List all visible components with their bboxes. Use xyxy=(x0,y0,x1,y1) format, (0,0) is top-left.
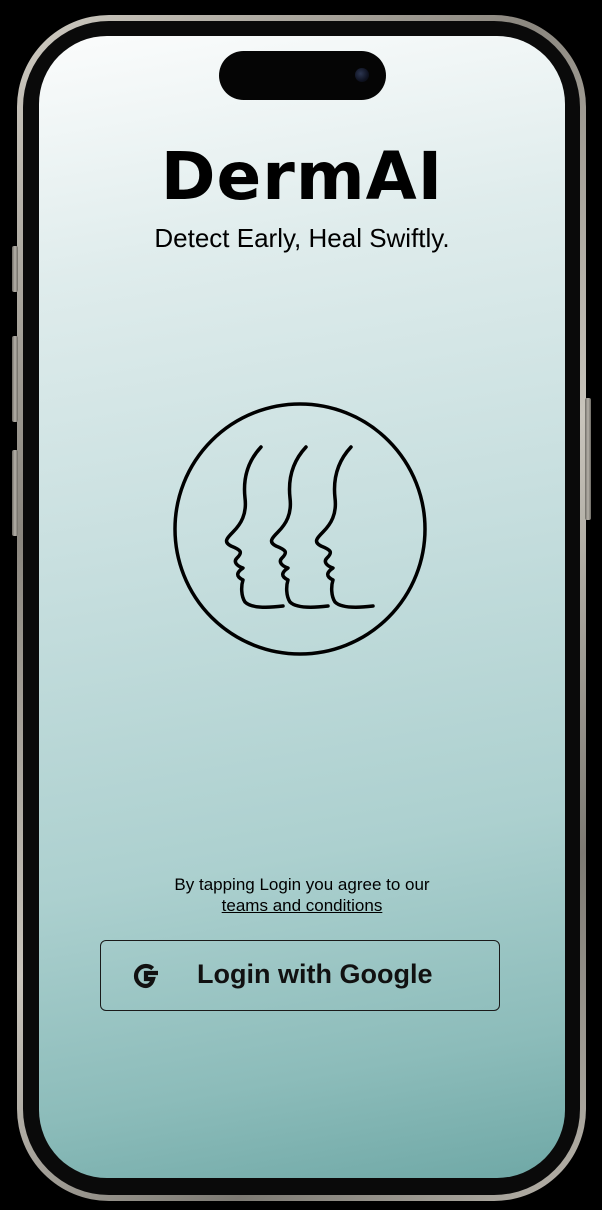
terms-notice: By tapping Login you agree to our xyxy=(174,875,430,894)
camera-icon xyxy=(355,68,369,82)
terms-and-conditions-link[interactable]: teams and conditions xyxy=(222,896,383,915)
login-with-google-button[interactable]: Login with Google xyxy=(100,940,500,1011)
google-g-icon xyxy=(133,963,158,989)
volume-down-button xyxy=(12,450,18,536)
terms-link-row: teams and conditions xyxy=(39,896,565,916)
app-tagline: Detect Early, Heal Swiftly. xyxy=(154,223,450,253)
login-button-label: Login with Google xyxy=(197,959,433,989)
app-screen: DermAI Detect Early, Heal Swiftly. By ta… xyxy=(39,36,565,1178)
volume-up-button xyxy=(12,336,18,422)
app-title: DermAI xyxy=(160,138,444,215)
action-button xyxy=(12,246,18,292)
faces-profile-circle-icon xyxy=(173,402,427,656)
dynamic-island xyxy=(219,51,386,100)
power-button xyxy=(585,398,591,520)
